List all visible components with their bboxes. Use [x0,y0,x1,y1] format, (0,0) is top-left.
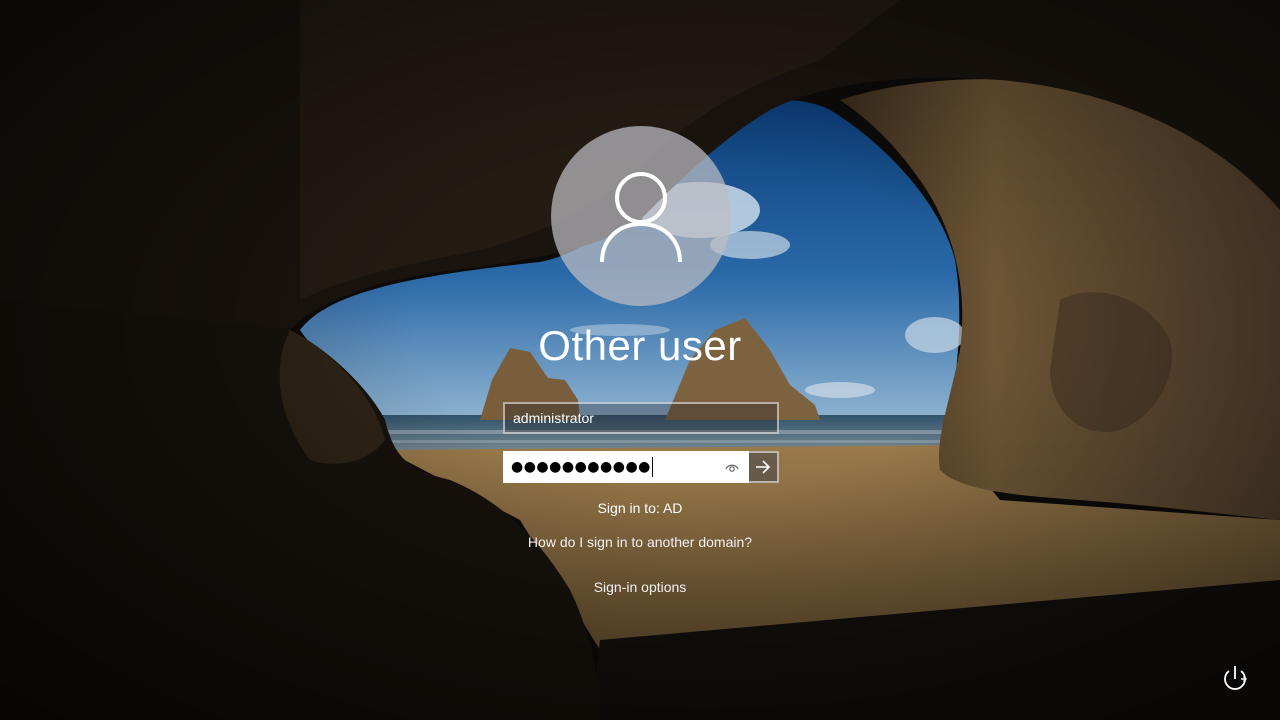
sign-in-options-link[interactable]: Sign-in options [540,579,740,595]
lock-screen: Other user ●●●●●●●●●●● Sign in to: AD Ho… [0,0,1280,720]
arrow-right-icon [756,460,771,474]
submit-button[interactable] [749,451,779,483]
power-icon[interactable] [1219,662,1251,694]
user-avatar [551,126,731,306]
username-input[interactable] [503,402,779,434]
password-mask: ●●●●●●●●●●● [511,459,651,475]
password-input[interactable]: ●●●●●●●●●●● [503,451,749,483]
other-domain-help-link[interactable]: How do I sign in to another domain? [440,534,840,550]
user-silhouette-icon [600,172,682,263]
password-row: ●●●●●●●●●●● [503,451,779,483]
text-caret [651,457,653,477]
eye-icon[interactable] [725,462,739,474]
user-display-name: Other user [538,322,742,369]
sign-in-domain-label: Sign in to: AD [597,500,683,516]
